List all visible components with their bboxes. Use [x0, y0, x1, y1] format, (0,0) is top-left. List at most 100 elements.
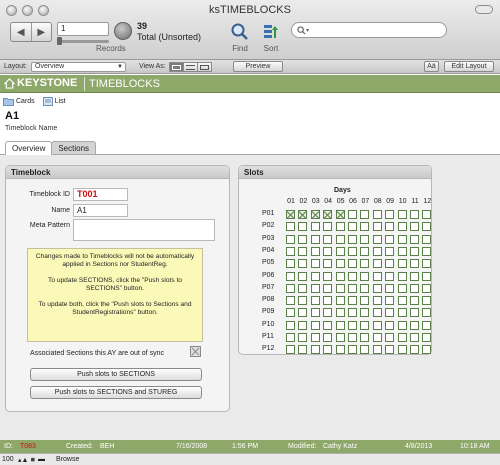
slot-checkbox[interactable] — [286, 259, 295, 269]
slot-checkbox[interactable] — [372, 222, 382, 232]
slot-checkbox[interactable] — [335, 271, 345, 281]
slot-checkbox[interactable] — [385, 271, 395, 281]
slot-checkbox[interactable] — [372, 296, 382, 306]
slot-checkbox[interactable] — [310, 333, 320, 342]
slot-checkbox[interactable] — [372, 259, 382, 269]
slot-checkbox[interactable] — [397, 210, 407, 219]
slot-checkbox[interactable] — [360, 308, 370, 318]
slot-checkbox[interactable] — [360, 320, 370, 330]
zoom-level[interactable]: 100 — [2, 456, 14, 463]
slot-checkbox[interactable] — [397, 246, 407, 256]
slot-checkbox[interactable] — [335, 234, 345, 244]
slot-checkbox[interactable] — [410, 308, 419, 318]
slot-checkbox[interactable] — [286, 296, 295, 306]
slot-checkbox[interactable] — [385, 222, 395, 232]
slot-checkbox[interactable] — [410, 333, 419, 342]
slot-checkbox[interactable] — [360, 234, 370, 244]
slot-checkbox[interactable] — [385, 296, 395, 306]
slot-checkbox[interactable] — [422, 308, 432, 318]
slot-checkbox[interactable] — [410, 345, 419, 355]
slot-checkbox[interactable] — [323, 222, 333, 232]
slot-checkbox[interactable] — [298, 320, 308, 330]
toolbar-toggle-button[interactable] — [475, 5, 493, 14]
slot-checkbox[interactable] — [323, 308, 333, 318]
slot-checkbox[interactable] — [310, 222, 320, 232]
slot-checkbox[interactable] — [335, 246, 345, 256]
slot-checkbox[interactable] — [385, 246, 395, 256]
slot-checkbox[interactable] — [372, 308, 382, 318]
slot-checkbox[interactable] — [397, 345, 407, 355]
slot-checkbox[interactable] — [372, 234, 382, 244]
slot-checkbox[interactable] — [298, 345, 308, 355]
slot-checkbox[interactable] — [286, 320, 295, 330]
slot-checkbox[interactable] — [335, 222, 345, 232]
slot-checkbox[interactable] — [422, 283, 432, 293]
slot-checkbox[interactable] — [348, 308, 357, 318]
slot-checkbox[interactable] — [335, 320, 345, 330]
slot-checkbox[interactable] — [323, 296, 333, 306]
slot-checkbox[interactable] — [372, 271, 382, 281]
slot-checkbox[interactable] — [335, 308, 345, 318]
sync-status-checkbox[interactable] — [190, 346, 201, 357]
slot-checkbox[interactable] — [348, 345, 357, 355]
slot-checkbox[interactable] — [348, 210, 357, 219]
status-toolbar-toggle-icon[interactable]: ▬ — [38, 456, 45, 463]
slot-checkbox[interactable] — [422, 296, 432, 306]
slot-checkbox[interactable] — [360, 345, 370, 355]
slot-checkbox[interactable] — [348, 246, 357, 256]
slot-checkbox[interactable] — [310, 271, 320, 281]
slot-checkbox[interactable] — [385, 333, 395, 342]
slot-checkbox[interactable] — [348, 271, 357, 281]
slot-checkbox[interactable] — [372, 333, 382, 342]
tab-sections[interactable]: Sections — [51, 141, 97, 154]
slot-checkbox-checked[interactable] — [286, 210, 295, 219]
quick-find-search[interactable]: ▾ — [291, 22, 447, 38]
slot-checkbox[interactable] — [348, 234, 357, 244]
sort-button[interactable]: Sort — [258, 21, 284, 53]
slot-checkbox[interactable] — [410, 320, 419, 330]
slot-checkbox[interactable] — [385, 345, 395, 355]
slot-checkbox[interactable] — [286, 271, 295, 281]
slot-checkbox[interactable] — [323, 259, 333, 269]
edit-layout-button[interactable]: Edit Layout — [444, 61, 494, 72]
slot-checkbox[interactable] — [310, 283, 320, 293]
slot-checkbox[interactable] — [310, 308, 320, 318]
search-input[interactable] — [312, 25, 443, 35]
slot-checkbox[interactable] — [372, 283, 382, 293]
slot-checkbox[interactable] — [385, 234, 395, 244]
slot-checkbox[interactable] — [348, 222, 357, 232]
slot-checkbox[interactable] — [298, 222, 308, 232]
meta-pattern-field[interactable] — [73, 219, 215, 241]
slot-checkbox[interactable] — [360, 296, 370, 306]
slot-checkbox[interactable] — [422, 345, 432, 355]
slot-checkbox[interactable] — [323, 345, 333, 355]
slot-checkbox[interactable] — [286, 234, 295, 244]
slot-checkbox[interactable] — [410, 259, 419, 269]
slot-checkbox[interactable] — [323, 320, 333, 330]
slot-checkbox[interactable] — [360, 222, 370, 232]
slot-checkbox[interactable] — [335, 283, 345, 293]
slot-checkbox[interactable] — [422, 234, 432, 244]
find-button[interactable]: Find — [227, 21, 253, 53]
slot-checkbox[interactable] — [422, 222, 432, 232]
zoom-controls-icon[interactable]: ▴▲◾ — [18, 456, 37, 464]
slot-checkbox[interactable] — [372, 345, 382, 355]
record-slider[interactable] — [57, 37, 109, 45]
next-record-button[interactable]: ▶ — [30, 23, 52, 41]
view-as-table-button[interactable] — [197, 62, 212, 72]
slot-checkbox[interactable] — [348, 320, 357, 330]
slot-checkbox[interactable] — [335, 333, 345, 342]
slot-checkbox[interactable] — [397, 222, 407, 232]
slot-checkbox[interactable] — [323, 333, 333, 342]
slot-checkbox[interactable] — [422, 333, 432, 342]
slot-checkbox[interactable] — [323, 283, 333, 293]
slot-checkbox[interactable] — [385, 308, 395, 318]
slot-checkbox[interactable] — [360, 246, 370, 256]
slot-checkbox[interactable] — [372, 320, 382, 330]
slot-checkbox[interactable] — [286, 345, 295, 355]
push-slots-to-sections-button[interactable]: Push slots to SECTIONS — [30, 368, 202, 381]
slot-checkbox[interactable] — [385, 320, 395, 330]
search-dropdown-icon[interactable]: ▾ — [306, 27, 309, 34]
slot-checkbox[interactable] — [298, 259, 308, 269]
name-field[interactable]: A1 — [73, 204, 128, 217]
